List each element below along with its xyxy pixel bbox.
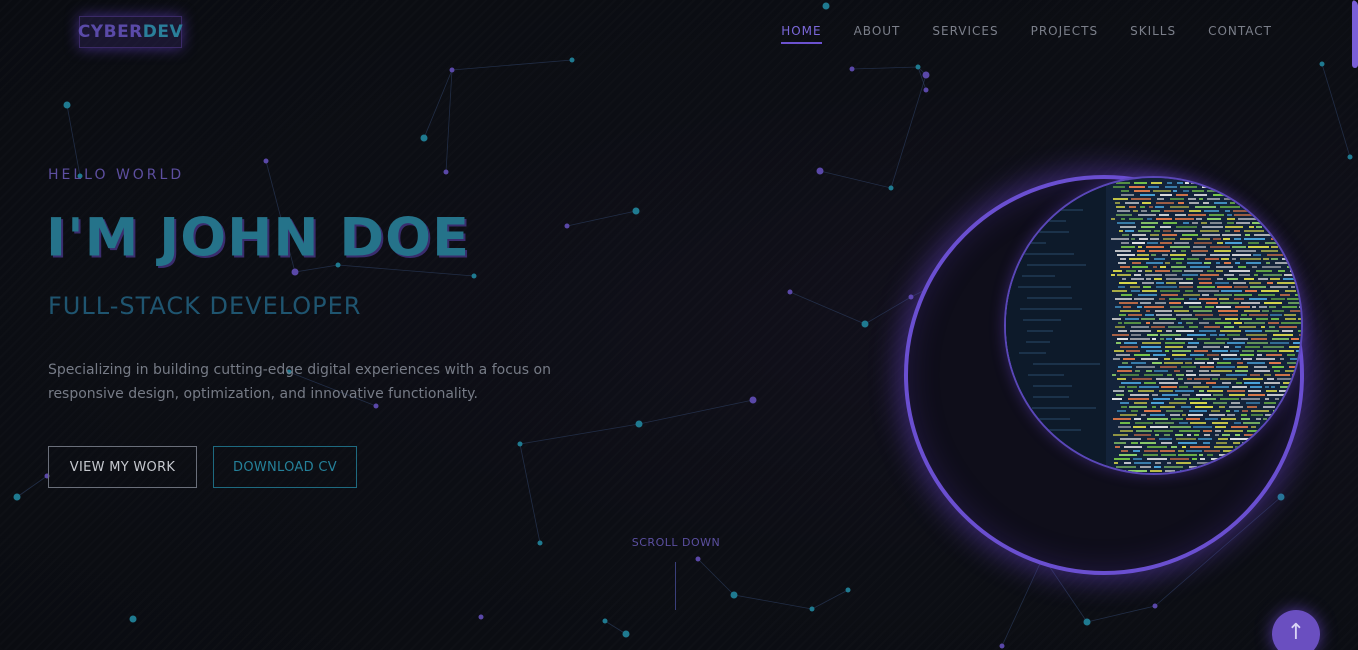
- network-node: [63, 101, 71, 109]
- network-node: [749, 396, 757, 404]
- nav-projects[interactable]: PROJECTS: [1031, 24, 1098, 44]
- network-node: [845, 587, 851, 593]
- network-node: [622, 630, 630, 638]
- network-node: [922, 71, 930, 79]
- network-link: [519, 423, 640, 445]
- hero-page: CYBER DEV HOME ABOUT SERVICES PROJECTS SK…: [0, 0, 1358, 650]
- hero-subtitle: FULL-STACK DEVELOPER: [48, 292, 362, 320]
- network-node: [695, 556, 701, 562]
- network-node: [263, 158, 269, 164]
- network-link: [811, 589, 849, 610]
- network-link: [697, 558, 735, 596]
- nav-contact[interactable]: CONTACT: [1208, 24, 1272, 44]
- network-link: [851, 66, 919, 70]
- network-node: [13, 493, 21, 501]
- network-node: [517, 441, 523, 447]
- network-node: [1347, 154, 1353, 160]
- network-link: [445, 69, 453, 173]
- network-link: [864, 296, 912, 325]
- network-node: [923, 87, 929, 93]
- network-link: [1086, 605, 1156, 623]
- network-node: [861, 320, 869, 328]
- network-node: [1083, 618, 1091, 626]
- network-node: [1277, 493, 1285, 501]
- nav-skills[interactable]: SKILLS: [1130, 24, 1176, 44]
- network-node: [915, 64, 921, 70]
- download-cv-button[interactable]: DOWNLOAD CV: [213, 446, 357, 488]
- network-link: [66, 104, 81, 177]
- network-node: [443, 169, 449, 175]
- network-node: [420, 134, 428, 142]
- network-node: [849, 66, 855, 72]
- network-node: [564, 223, 570, 229]
- network-link: [16, 475, 48, 498]
- network-node: [129, 615, 137, 623]
- network-node: [888, 185, 894, 191]
- view-my-work-button[interactable]: VIEW MY WORK: [48, 446, 197, 488]
- nav-about[interactable]: ABOUT: [854, 24, 901, 44]
- network-link: [819, 170, 892, 189]
- network-link: [1321, 63, 1351, 158]
- network-node: [569, 57, 575, 63]
- network-node: [449, 67, 455, 73]
- network-node: [635, 420, 643, 428]
- page-scrollbar-thumb[interactable]: [1352, 0, 1358, 68]
- hero-title: I'M JOHN DOE: [46, 206, 470, 269]
- network-node: [908, 294, 914, 300]
- hero-description: Specializing in building cutting-edge di…: [48, 362, 551, 402]
- network-link: [451, 59, 573, 71]
- network-node: [1152, 603, 1158, 609]
- main-nav: HOME ABOUT SERVICES PROJECTS SKILLS CONT…: [749, 24, 1272, 44]
- network-node: [999, 643, 1005, 649]
- network-link: [1001, 556, 1044, 647]
- network-link: [638, 399, 754, 425]
- network-node: [822, 2, 830, 10]
- network-link: [733, 594, 813, 610]
- network-node: [291, 268, 299, 276]
- scroll-down-hint[interactable]: SCROLL DOWN: [616, 536, 736, 549]
- nav-home[interactable]: HOME: [781, 24, 822, 44]
- network-node: [471, 273, 477, 279]
- scroll-down-line: [675, 562, 676, 610]
- code-screen-image: [1004, 176, 1303, 475]
- network-link: [789, 291, 866, 325]
- arrow-up-icon: ↑: [1286, 620, 1306, 645]
- network-node: [602, 618, 608, 624]
- hero-greeting: HELLO WORLD: [48, 167, 185, 183]
- back-to-top-button[interactable]: ↑: [1272, 610, 1320, 650]
- network-link: [566, 210, 637, 227]
- nav-services[interactable]: SERVICES: [932, 24, 998, 44]
- network-node: [816, 167, 824, 175]
- network-node: [478, 614, 484, 620]
- network-link: [519, 443, 541, 544]
- logo[interactable]: CYBER DEV: [77, 16, 184, 48]
- network-node: [787, 289, 793, 295]
- network-link: [890, 74, 927, 189]
- network-link: [423, 69, 453, 139]
- network-node: [809, 606, 815, 612]
- network-node: [537, 540, 543, 546]
- logo-part-dev: DEV: [142, 22, 184, 42]
- network-node: [1319, 61, 1325, 67]
- network-link: [604, 620, 627, 635]
- network-node: [632, 207, 640, 215]
- logo-part-cyber: CYBER: [77, 22, 143, 42]
- network-node: [730, 591, 738, 599]
